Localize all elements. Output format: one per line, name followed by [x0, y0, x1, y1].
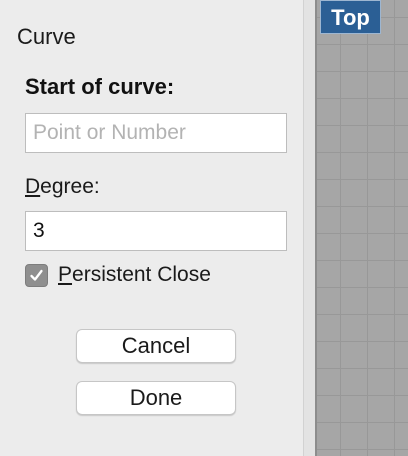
- viewport-title-tab[interactable]: Top: [320, 0, 381, 34]
- persistent-close-mnemonic: P: [58, 263, 73, 286]
- degree-label: Degree:: [25, 175, 100, 199]
- top-viewport[interactable]: Top: [317, 0, 408, 456]
- panel-title: Curve: [17, 24, 76, 49]
- persistent-close-checkbox[interactable]: [25, 263, 48, 287]
- degree-label-mnemonic: D: [25, 175, 41, 198]
- cancel-button[interactable]: Cancel: [76, 329, 236, 363]
- start-of-curve-heading: Start of curve:: [25, 74, 175, 99]
- degree-label-text: egree:: [40, 175, 100, 198]
- curve-command-panel: Curve Start of curve: Degree: Persistent…: [0, 0, 303, 456]
- checkmark-icon: [30, 269, 43, 281]
- persistent-close-label: Persistent Close: [58, 263, 211, 287]
- persistent-close-text: ersistent Close: [72, 263, 211, 286]
- persistent-close-option[interactable]: Persistent Close: [25, 263, 211, 287]
- done-button[interactable]: Done: [76, 381, 236, 415]
- start-of-curve-input[interactable]: [25, 113, 287, 153]
- degree-input[interactable]: [25, 211, 287, 251]
